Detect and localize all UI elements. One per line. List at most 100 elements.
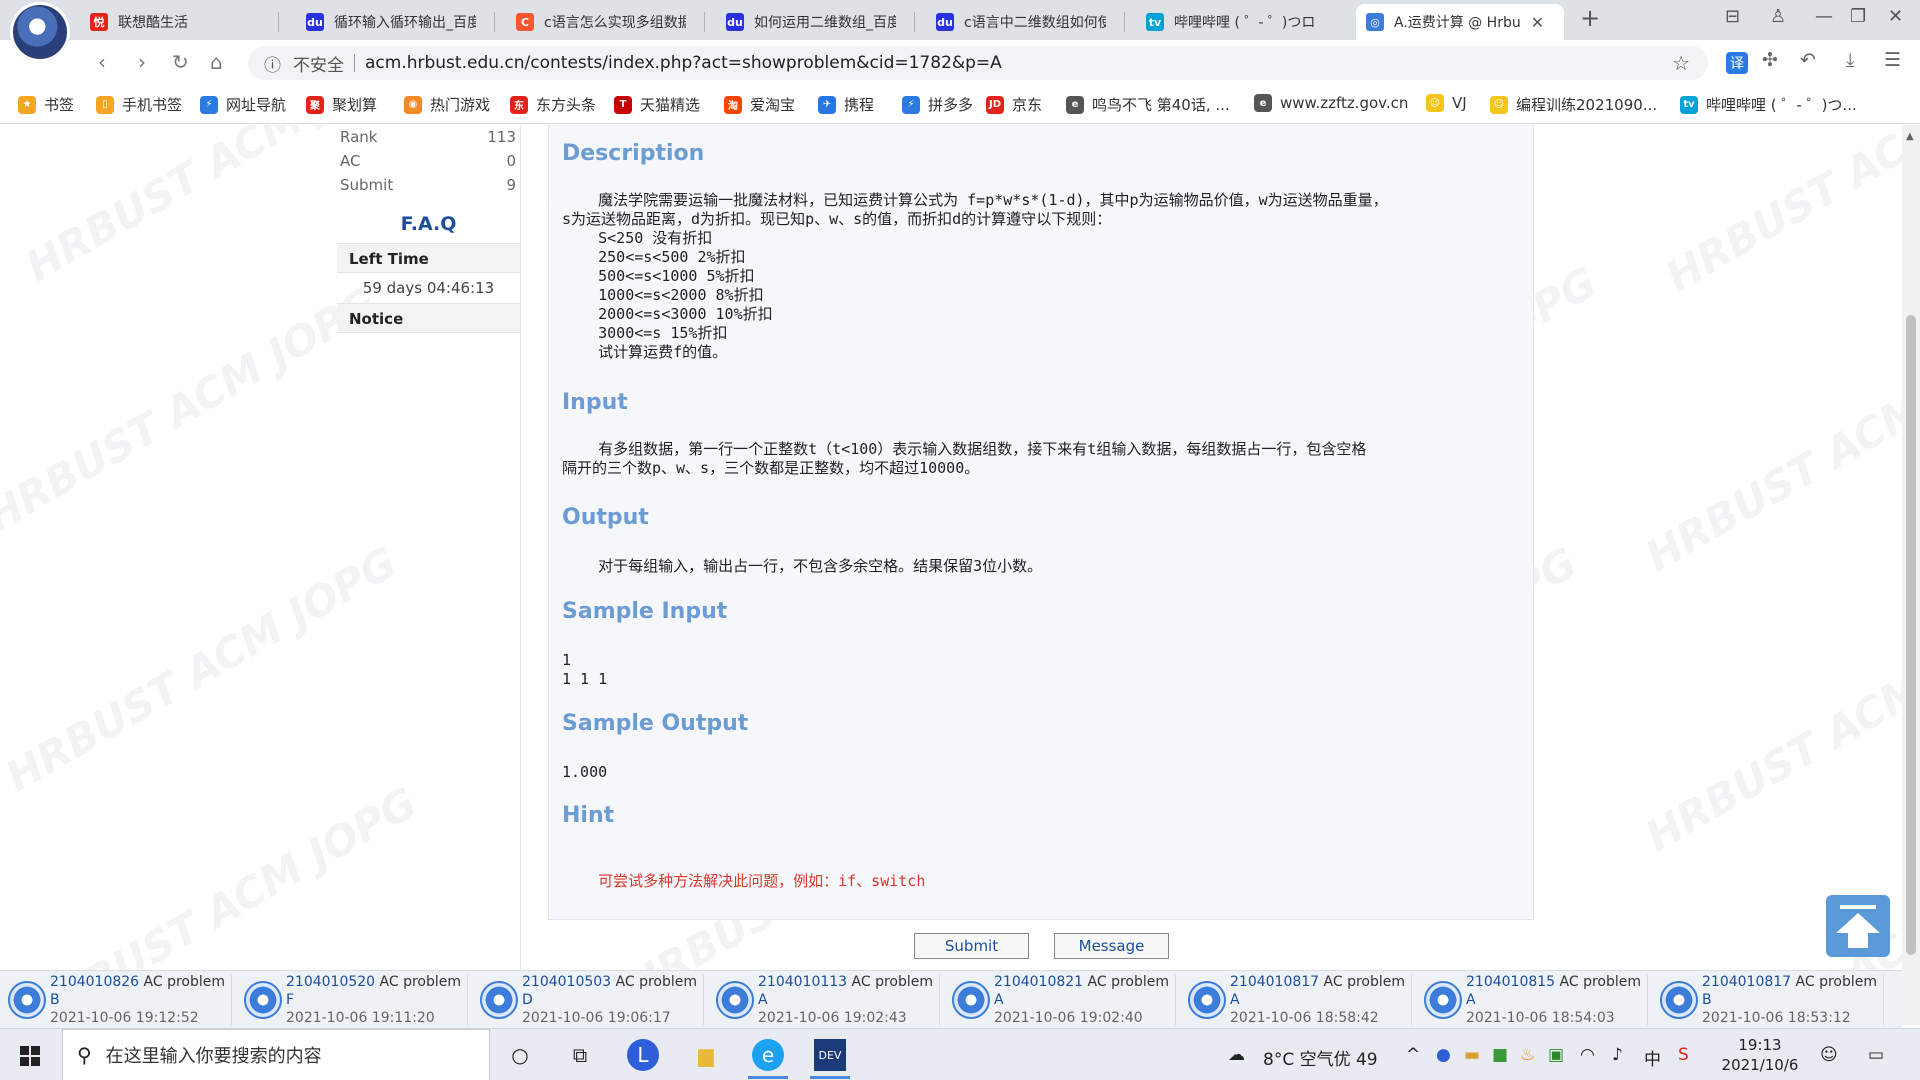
nvidia-icon[interactable]: ■ [1492, 1045, 1508, 1065]
tray-expand-icon[interactable]: ^ [1406, 1045, 1420, 1065]
submission-user-id[interactable]: 2104010826 [50, 974, 139, 990]
forward-button[interactable]: › [138, 50, 146, 74]
notification-icon[interactable]: ▭ [1868, 1045, 1884, 1065]
url-text[interactable]: acm.hrbust.edu.cn/contests/index.php?act… [365, 53, 1002, 73]
submission-item[interactable]: 2104010826 AC problem B 2021-10-06 19:12:… [0, 974, 232, 1026]
submission-user-id[interactable]: 2104010520 [286, 974, 375, 990]
wifi-icon[interactable]: ◠ [1580, 1045, 1595, 1065]
bookmark-item[interactable]: ⚡ 网址导航 [200, 94, 286, 115]
submission-problem[interactable]: B [50, 992, 60, 1008]
submission-problem[interactable]: B [1702, 992, 1712, 1008]
browser-tab[interactable]: 悦联想酷生活 [80, 4, 270, 40]
wechat-icon[interactable]: ☺ [1820, 1045, 1838, 1065]
ime-indicator[interactable]: 中 [1644, 1045, 1661, 1070]
profile-avatar[interactable] [10, 2, 70, 62]
submission-problem[interactable]: A [758, 992, 768, 1008]
info-icon[interactable]: ⓘ [264, 51, 281, 76]
undo-icon[interactable]: ↶ [1800, 49, 1816, 71]
volume-icon[interactable]: ♪ [1612, 1045, 1623, 1065]
clock[interactable]: 19:13 2021/10/6 [1712, 1035, 1808, 1075]
bookmark-item[interactable]: ☺ VJ [1426, 94, 1467, 112]
back-button[interactable]: ‹ [98, 50, 106, 74]
lenovo-tray-icon[interactable]: ● [1436, 1045, 1451, 1065]
bookmark-item[interactable]: e 鸣鸟不飞 第40话, ... [1066, 94, 1230, 115]
shirt-icon[interactable]: ♙ [1770, 6, 1786, 27]
submission-item[interactable]: 2104010821 AC problem A 2021-10-06 19:02:… [944, 974, 1176, 1026]
submit-button[interactable]: Submit [914, 933, 1029, 959]
back-to-top-button[interactable] [1826, 895, 1890, 957]
download-icon[interactable]: ⤓ [1846, 49, 1854, 71]
bookmark-item[interactable]: ▯ 手机书签 [96, 94, 182, 115]
browser-tab[interactable]: ◎ A.运费计算 @ Hrbu ✕ [1356, 4, 1564, 40]
bookmark-item[interactable]: ★ 书签 [18, 94, 74, 115]
submission-problem[interactable]: A [1230, 992, 1240, 1008]
task-view-icon[interactable]: ⧉ [564, 1039, 596, 1071]
cortana-icon[interactable]: ○ [504, 1039, 536, 1071]
bookmark-item[interactable]: tv 哔哩哔哩 ( ゜- ゜)つ... [1680, 94, 1857, 115]
bookmark-item[interactable]: 淘爱淘宝 [724, 94, 795, 115]
submission-item[interactable]: 2104010113 AC problem A 2021-10-06 19:02:… [708, 974, 940, 1026]
submission-user-id[interactable]: 2104010817 [1702, 974, 1791, 990]
submission-user-id[interactable]: 2104010503 [522, 974, 611, 990]
tab-separator [278, 12, 279, 32]
restore-button[interactable]: ❐ [1850, 6, 1866, 27]
extensions-icon[interactable]: ✣ [1762, 49, 1778, 71]
reload-button[interactable]: ↻ [172, 50, 189, 74]
submission-item[interactable]: 2104010520 AC problem F 2021-10-06 19:11:… [236, 974, 468, 1026]
submission-text: 2104010503 AC problem D 2021-10-06 19:06:… [522, 973, 703, 1027]
minimize-button[interactable]: — [1815, 6, 1833, 27]
sogou-icon[interactable]: S [1678, 1045, 1689, 1065]
weather-icon[interactable]: ☁ [1228, 1045, 1245, 1065]
submission-problem[interactable]: D [522, 992, 533, 1008]
bookmark-item[interactable]: ✈ 携程 [818, 94, 874, 115]
bookmark-item[interactable]: 聚聚划算 [306, 94, 377, 115]
submission-user-id[interactable]: 2104010817 [1230, 974, 1319, 990]
submission-problem[interactable]: A [994, 992, 1004, 1008]
flame-icon[interactable]: ♨ [1520, 1045, 1535, 1065]
file-explorer-icon[interactable]: ▆ [690, 1039, 722, 1071]
folder-tray-icon[interactable]: ▬ [1464, 1045, 1480, 1065]
scroll-up-icon[interactable]: ▲ [1906, 131, 1914, 142]
submission-item[interactable]: 2104010815 AC problem A 2021-10-06 18:54:… [1416, 974, 1648, 1026]
windows-start-icon[interactable] [20, 1046, 40, 1066]
submission-user-id[interactable]: 2104010113 [758, 974, 847, 990]
weather-text[interactable]: 8°C 空气优 49 [1263, 1045, 1378, 1070]
menu-icon[interactable]: ☰ [1884, 49, 1901, 71]
tab-search-icon[interactable]: ⊟ [1725, 6, 1740, 27]
submission-item[interactable]: 2104010817 AC problem B 2021-10-06 18:53:… [1652, 974, 1884, 1026]
bookmark-item[interactable]: T 天猫精选 [614, 94, 700, 115]
submission-user-id[interactable]: 2104010821 [994, 974, 1083, 990]
bookmark-item[interactable]: ☺ 编程训练2021090... [1490, 94, 1657, 115]
faq-link[interactable]: F.A.Q [337, 205, 520, 243]
security-icon[interactable]: ▣ [1548, 1045, 1564, 1065]
submission-item[interactable]: 2104010817 AC problem A 2021-10-06 18:58:… [1180, 974, 1412, 1026]
address-bar[interactable]: ⓘ 不安全 acm.hrbust.edu.cn/contests/index.p… [248, 46, 1708, 80]
browser-tab[interactable]: du c语言中二维数组如何使 [926, 4, 1116, 40]
bookmark-item[interactable]: ⚡ 拼多多 [902, 94, 973, 115]
browser-tab[interactable]: Cc语言怎么实现多组数据 [506, 4, 696, 40]
devcpp-icon[interactable]: DEV [810, 1039, 850, 1079]
browser-tab[interactable]: du 循环输入循环输出_百度 [296, 4, 486, 40]
submission-user-id[interactable]: 2104010815 [1466, 974, 1555, 990]
browser-tab[interactable]: du 如何运用二维数组_百度 [716, 4, 906, 40]
submission-problem[interactable]: A [1466, 992, 1476, 1008]
taskbar-search[interactable]: ⚲ 在这里输入你要搜索的内容 [62, 1029, 490, 1080]
lenovo-icon[interactable]: L [627, 1039, 659, 1071]
browser-tab[interactable]: tv 哔哩哔哩 ( ゜- ゜)つロ 干 [1136, 4, 1326, 40]
close-window-button[interactable]: ✕ [1888, 6, 1903, 27]
bookmark-item[interactable]: JD 京东 [986, 94, 1042, 115]
bookmark-item[interactable]: 东东方头条 [510, 94, 596, 115]
translate-icon[interactable]: 译 [1726, 52, 1748, 74]
new-tab-button[interactable]: + [1580, 4, 1600, 32]
bookmark-star-icon[interactable]: ☆ [1672, 51, 1690, 75]
home-button[interactable]: ⌂ [210, 50, 223, 74]
tab-close-icon[interactable]: ✕ [1531, 13, 1544, 32]
scroll-thumb[interactable] [1906, 315, 1916, 955]
message-button[interactable]: Message [1054, 933, 1169, 959]
submission-item[interactable]: 2104010503 AC problem D 2021-10-06 19:06:… [472, 973, 704, 1027]
page-scrollbar[interactable]: ▲ [1902, 125, 1920, 1025]
submission-problem[interactable]: F [286, 992, 294, 1008]
bookmark-item[interactable]: ◉ 热门游戏 [404, 94, 490, 115]
bookmark-item[interactable]: e www.zzftz.gov.cn [1254, 94, 1408, 112]
browser-icon[interactable]: e [748, 1039, 788, 1079]
